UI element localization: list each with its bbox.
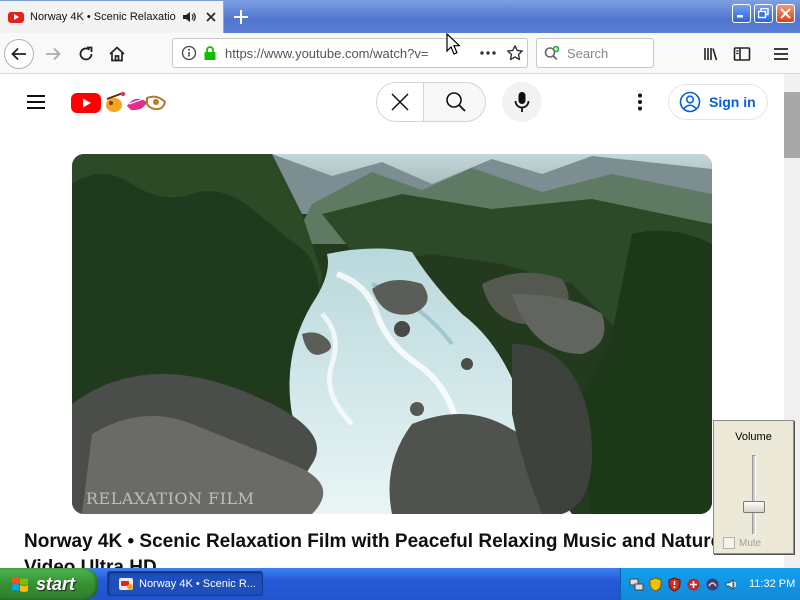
windows-flag-icon xyxy=(12,577,28,592)
hamburger-menu-icon[interactable] xyxy=(24,92,48,112)
url-text: https://www.youtube.com/watch?v= xyxy=(225,45,429,61)
video-watermark: RELAXATION FILM xyxy=(86,489,255,508)
clear-search-button[interactable] xyxy=(377,83,423,121)
browser-titlebar: Norway 4K • Scenic Relaxation Film with … xyxy=(0,0,800,33)
home-button[interactable] xyxy=(102,39,132,69)
microphone-icon xyxy=(514,92,530,112)
sidebar-icon xyxy=(733,47,751,61)
menu-icon xyxy=(774,48,788,60)
antivirus-icon[interactable] xyxy=(686,577,701,592)
youtube-icon xyxy=(8,11,24,23)
app-tray-icon[interactable] xyxy=(705,577,720,592)
open-menu-button[interactable] xyxy=(766,39,796,69)
close-icon[interactable] xyxy=(203,9,219,25)
mute-checkbox[interactable] xyxy=(723,537,735,549)
search-button[interactable] xyxy=(423,83,485,121)
kebab-icon xyxy=(638,93,642,111)
youtube-masthead: Sign in xyxy=(0,74,784,130)
start-button[interactable]: start xyxy=(0,568,98,600)
mouse-cursor xyxy=(446,33,460,55)
volume-title: Volume xyxy=(735,431,772,443)
clock: 11:32 PM xyxy=(749,578,796,590)
sign-in-label: Sign in xyxy=(709,94,756,110)
volume-slider-track[interactable] xyxy=(752,455,756,535)
scrollbar-thumb[interactable] xyxy=(784,92,800,158)
video-title: Norway 4K • Scenic Relaxation Film with … xyxy=(24,531,722,568)
voice-search-button[interactable] xyxy=(502,82,542,122)
speaker-icon[interactable] xyxy=(181,9,197,25)
browser-tab[interactable]: Norway 4K • Scenic Relaxation Film with … xyxy=(0,1,224,33)
navigation-toolbar: https://www.youtube.com/watch?v= Search xyxy=(0,33,800,74)
video-frame xyxy=(72,154,712,514)
tab-title: Norway 4K • Scenic Relaxation Film with … xyxy=(30,11,176,23)
star-icon[interactable] xyxy=(506,44,524,62)
browser-search-placeholder: Search xyxy=(567,45,609,61)
browser-search-bar[interactable]: Search xyxy=(536,38,654,68)
sound-icon[interactable] xyxy=(724,577,739,592)
library-icon xyxy=(704,48,718,61)
taskbar: start Norway 4K • Scenic R... 11:32 PM xyxy=(0,568,800,600)
volume-control-popup: Volume Mute xyxy=(713,420,794,554)
info-icon[interactable] xyxy=(181,45,197,61)
desktop-screen: Norway 4K • Scenic Relaxation Film with … xyxy=(0,0,800,600)
volume-slider-thumb[interactable] xyxy=(743,501,765,513)
back-button[interactable] xyxy=(4,39,34,69)
page-content: Sign in RELAXATION FILM Norway 4K • Scen… xyxy=(0,74,784,568)
sign-in-button[interactable]: Sign in xyxy=(668,84,768,120)
url-bar[interactable]: https://www.youtube.com/watch?v= xyxy=(172,38,528,68)
security-alert-icon[interactable] xyxy=(667,576,682,592)
reload-icon xyxy=(79,46,93,61)
reload-button[interactable] xyxy=(71,39,101,69)
network-icon[interactable] xyxy=(629,577,644,592)
more-icon[interactable] xyxy=(479,50,497,56)
mute-label: Mute xyxy=(739,538,762,549)
home-icon xyxy=(109,46,125,62)
restore-button[interactable] xyxy=(754,4,773,23)
settings-menu-button[interactable] xyxy=(628,90,652,114)
close-icon xyxy=(391,93,409,111)
shield-icon[interactable] xyxy=(648,576,663,592)
search-icon xyxy=(445,92,466,112)
forward-button[interactable] xyxy=(38,39,68,69)
video-player[interactable]: RELAXATION FILM xyxy=(72,154,712,514)
library-button[interactable] xyxy=(696,39,726,69)
back-arrow-icon xyxy=(11,47,26,61)
minimize-button[interactable] xyxy=(732,4,751,23)
search-icon xyxy=(544,45,560,61)
start-label: start xyxy=(36,573,76,594)
taskbar-item-label: Norway 4K • Scenic R... xyxy=(139,577,256,590)
sidebar-button[interactable] xyxy=(727,39,757,69)
youtube-search-box[interactable] xyxy=(376,82,486,122)
window-close-button[interactable] xyxy=(776,4,795,23)
forward-arrow-icon xyxy=(46,47,61,61)
youtube-logo[interactable] xyxy=(71,90,175,114)
system-tray: 11:32 PM xyxy=(620,568,800,600)
lock-icon xyxy=(204,46,216,60)
account-icon xyxy=(679,91,701,113)
browser-app-icon xyxy=(119,577,133,590)
taskbar-item-browser[interactable]: Norway 4K • Scenic R... xyxy=(107,571,263,596)
plus-icon[interactable] xyxy=(232,8,250,26)
